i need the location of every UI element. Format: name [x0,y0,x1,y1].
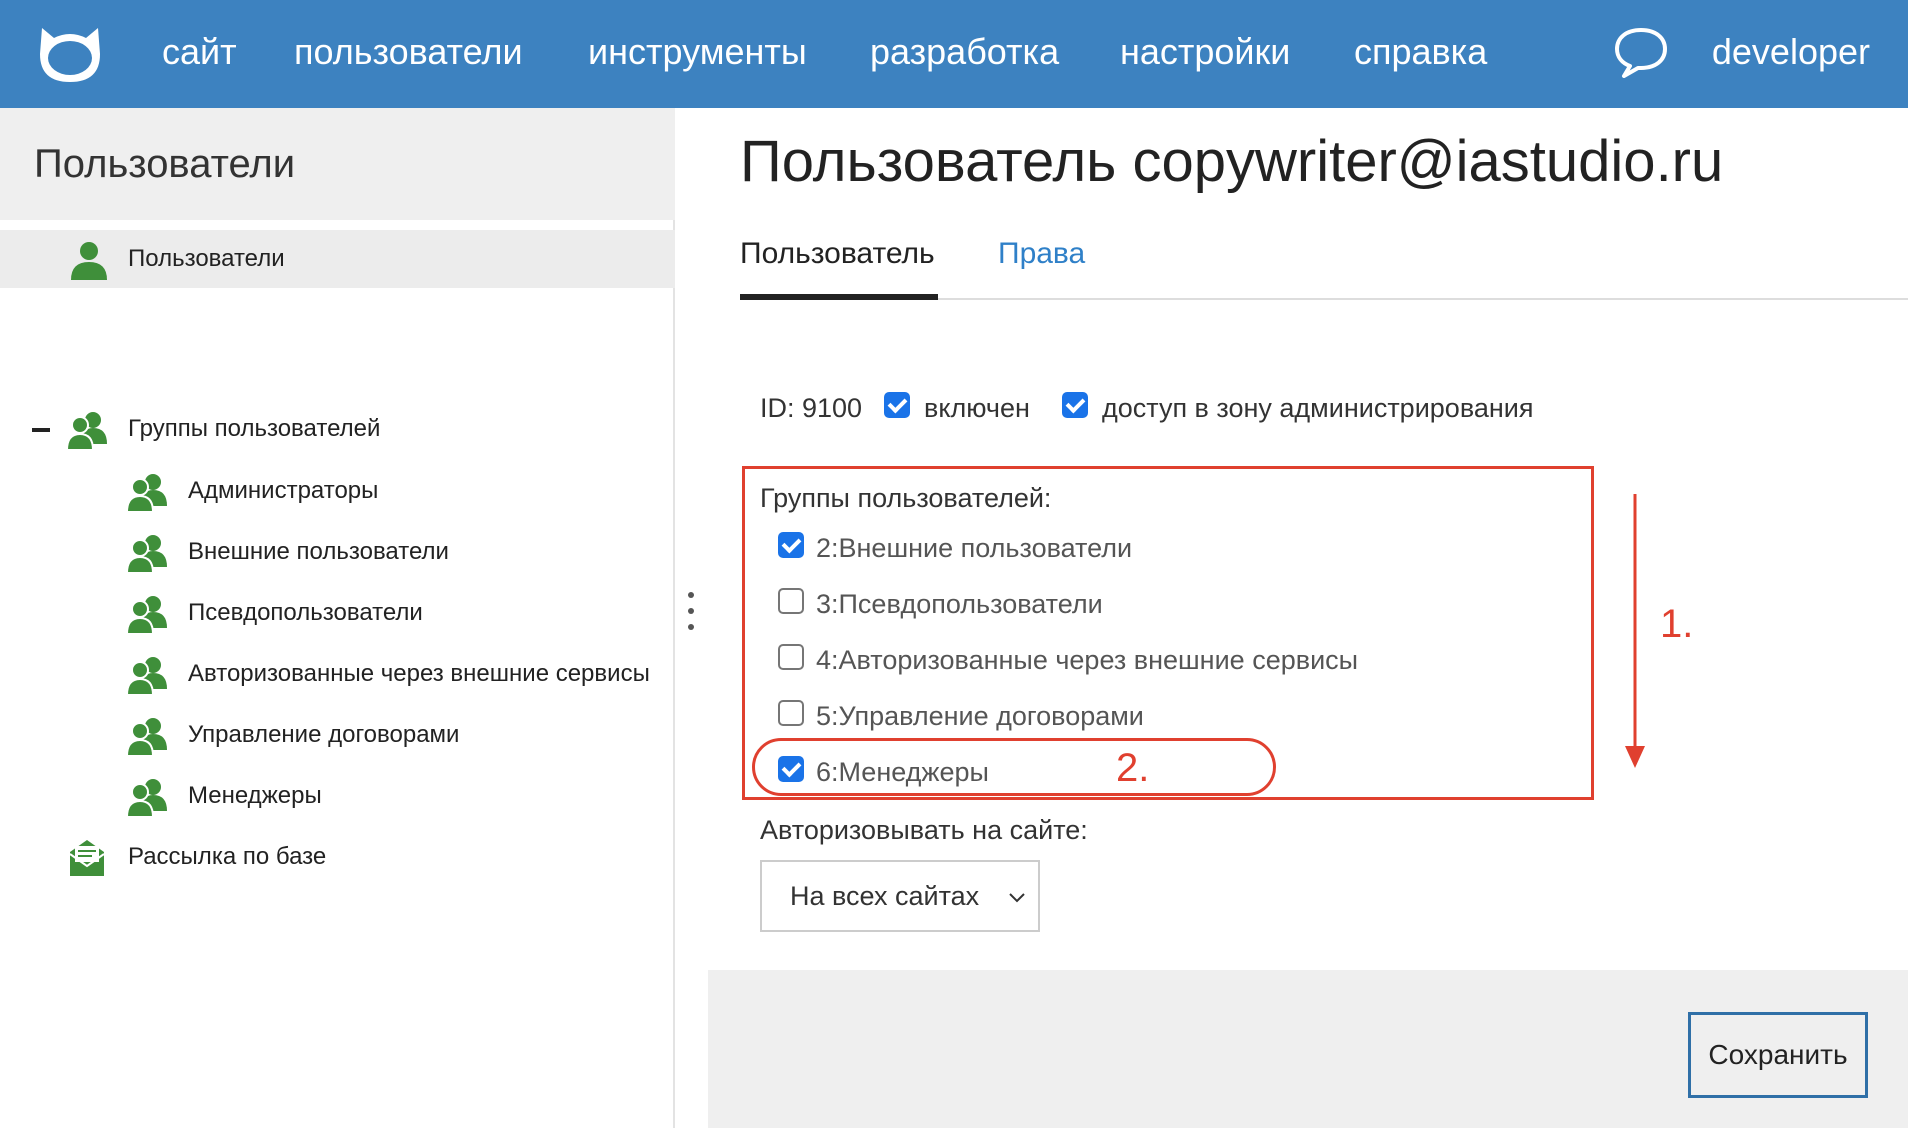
annotation-arrow-down-icon [1625,494,1645,768]
nav-item-help[interactable]: справка [1354,26,1487,78]
mail-icon [69,840,105,876]
sidebar-item-label: Рассылка по базе [128,843,327,870]
sidebar-item-contracts[interactable]: Управление договорами [120,706,660,764]
sidebar-item-label: Управление договорами [188,721,460,748]
collapse-icon[interactable] [32,428,50,432]
enabled-checkbox[interactable] [884,392,910,418]
user-group-icon [126,474,167,512]
sidebar-item-pseudo-users[interactable]: Псевдопользователи [120,584,660,642]
chat-icon[interactable] [1612,24,1670,80]
sidebar-item-label: Группы пользователей [128,415,381,442]
active-tab-indicator [740,294,938,300]
sidebar-item-label: Внешние пользователи [188,538,449,565]
auth-site-select-value: На всех сайтах [790,881,980,911]
annotation-oval [752,738,1276,796]
drag-dot [688,592,694,598]
sidebar-item-managers[interactable]: Менеджеры [120,767,660,825]
sidebar-item-label: Псевдопользователи [188,599,423,626]
user-id: ID: 9100 [760,393,863,423]
user-group-icon [126,535,167,573]
sidebar-item-external-users[interactable]: Внешние пользователи [120,523,660,581]
logo-icon[interactable] [34,18,106,90]
drag-dot [688,608,694,614]
annotation-step-1: 1. [1660,602,1694,646]
nav-item-users[interactable]: пользователи [294,26,523,78]
sidebar-header: Пользователи [0,108,675,220]
sidebar-item-label: Администраторы [188,477,379,504]
user-group-icon [66,412,107,450]
sidebar-item-mailing[interactable]: Рассылка по базе [60,828,660,886]
sidebar: Пользователи Пользователи Группы пользов… [0,108,675,1128]
annotation-step-2: 2. [1116,746,1150,790]
admin-access-label[interactable]: доступ в зону администрирования [1102,388,1534,428]
user-group-icon [126,779,167,817]
sidebar-item-administrators[interactable]: Администраторы [120,462,660,520]
drag-dot [688,624,694,630]
tab-user[interactable]: Пользователь [740,224,935,284]
nav-item-development[interactable]: разработка [870,26,1059,78]
enabled-label[interactable]: включен [924,388,1030,428]
page-title: Пользователь copywriter@iastudio.ru [740,129,1724,194]
sidebar-item-user-groups[interactable]: Группы пользователей [60,400,660,458]
sidebar-item-users[interactable]: Пользователи [0,230,675,288]
chevron-down-icon [1009,893,1025,903]
nav-item-tools[interactable]: инструменты [588,26,807,78]
save-button[interactable]: Сохранить [1688,1012,1868,1098]
user-group-icon [126,596,167,634]
sidebar-title: Пользователи [34,142,296,186]
user-icon [71,242,107,280]
user-group-icon [126,718,167,756]
user-group-icon [126,657,167,695]
admin-access-checkbox[interactable] [1062,392,1088,418]
user-menu[interactable]: developer [1712,26,1870,78]
auth-site-label: Авторизовывать на сайте: [760,815,1088,845]
nav-item-site[interactable]: сайт [162,26,237,78]
tab-rights[interactable]: Права [998,224,1085,284]
sidebar-item-label: Менеджеры [188,782,322,809]
panel-resize-handle[interactable] [688,592,696,642]
sidebar-item-label: Пользователи [128,245,285,272]
sidebar-item-label: Авторизованные через внешние сервисы [188,660,650,687]
auth-site-select[interactable]: На всех сайтах [760,860,1040,932]
nav-item-settings[interactable]: настройки [1120,26,1290,78]
top-navigation-bar: сайт пользователи инструменты разработка… [0,0,1908,108]
sidebar-item-external-auth[interactable]: Авторизованные через внешние сервисы [120,645,660,703]
